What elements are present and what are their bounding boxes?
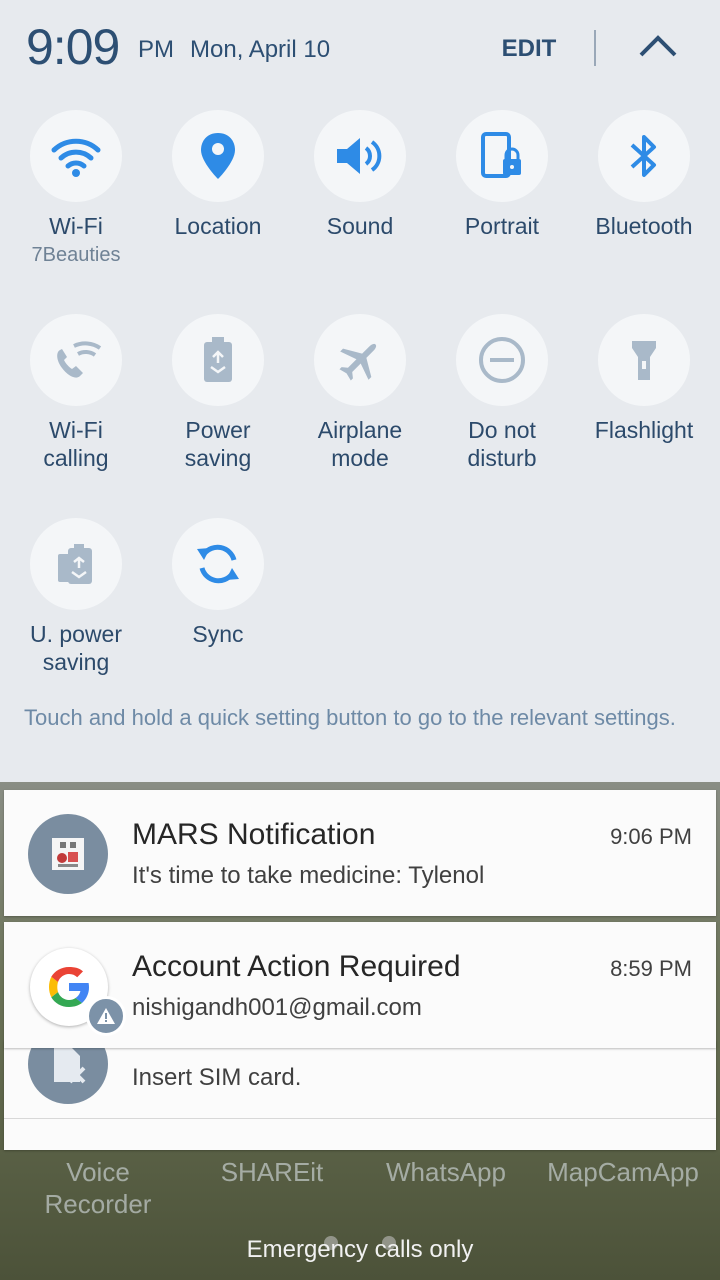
tile-do-not-disturb-button[interactable] <box>456 314 548 406</box>
home-app-row: Voice Recorder SHAREit WhatsApp MapCamAp… <box>0 1156 720 1226</box>
flashlight-icon <box>632 341 656 380</box>
collapse-button[interactable] <box>630 24 686 68</box>
tile-ultra-power-saving[interactable]: U. power saving <box>5 518 147 676</box>
tile-label: Portrait <box>464 213 540 239</box>
tile-flashlight[interactable]: Flashlight <box>573 314 715 444</box>
power-saving-icon <box>204 337 232 382</box>
notification-account-action[interactable]: Account Action Required nishigandh001@gm… <box>4 922 716 1048</box>
app-voice-recorder[interactable]: Voice Recorder <box>26 1156 170 1220</box>
notification-title: Account Action Required <box>132 950 461 983</box>
tile-wifi-calling-button[interactable] <box>30 314 122 406</box>
tile-sync-button[interactable] <box>172 518 264 610</box>
tile-sound[interactable]: Sound <box>289 110 431 240</box>
notification-body: nishigandh001@gmail.com <box>132 994 422 1021</box>
no-sim-icon <box>54 1046 86 1084</box>
tile-do-not-disturb[interactable]: Do not disturb <box>431 314 573 472</box>
wifi-icon <box>51 138 101 177</box>
ultra-power-saving-icon <box>58 544 92 584</box>
google-icon <box>49 967 89 1007</box>
notification-body: Insert SIM card. <box>132 1064 302 1091</box>
notification-mars[interactable]: MARS Notification It's time to take medi… <box>4 790 716 916</box>
emergency-calls-text: Emergency calls only <box>246 1236 474 1263</box>
tile-label: Wi-Fi <box>49 213 103 239</box>
tile-label: Airplane mode <box>317 417 403 471</box>
chevron-up-icon <box>639 35 677 57</box>
sync-icon <box>197 544 239 584</box>
tile-wifi[interactable]: Wi-Fi 7Beauties <box>5 110 147 267</box>
tile-location[interactable]: Location <box>147 110 289 240</box>
edit-button[interactable]: EDIT <box>490 30 568 68</box>
tile-airplane-mode[interactable]: Airplane mode <box>289 314 431 472</box>
tile-flashlight-button[interactable] <box>598 314 690 406</box>
tile-portrait[interactable]: Portrait <box>431 110 573 240</box>
app-whatsapp[interactable]: WhatsApp <box>374 1156 518 1188</box>
tile-label: Flashlight <box>594 417 694 443</box>
tile-label: U. power saving <box>29 621 123 675</box>
quick-settings-panel: 9:09 PM Mon, April 10 EDIT Wi-Fi 7Beauti… <box>0 0 720 782</box>
tile-label: Bluetooth <box>595 213 693 239</box>
tile-power-saving[interactable]: Power saving <box>147 314 289 472</box>
tile-bluetooth-button[interactable] <box>598 110 690 202</box>
tile-wifi-calling[interactable]: Wi-Fi calling <box>5 314 147 472</box>
app-mapcamapp[interactable]: MapCamApp <box>538 1156 708 1188</box>
airplane-icon <box>339 343 377 381</box>
tile-ultra-power-saving-button[interactable] <box>30 518 122 610</box>
clock-time: 9:09 <box>26 19 120 75</box>
wifi-calling-icon <box>57 341 102 378</box>
tile-airplane-mode-button[interactable] <box>314 314 406 406</box>
tile-sound-button[interactable] <box>314 110 406 202</box>
divider <box>4 1118 716 1119</box>
warning-icon <box>97 1008 115 1024</box>
tile-portrait-button[interactable] <box>456 110 548 202</box>
bluetooth-icon <box>630 135 656 177</box>
tile-label: Power saving <box>184 417 252 471</box>
tile-power-saving-button[interactable] <box>172 314 264 406</box>
tile-label: Location <box>174 213 262 239</box>
quick-settings-hint: Touch and hold a quick setting button to… <box>24 705 676 730</box>
clock-ampm: PM <box>138 36 174 63</box>
notification-sim[interactable]: Insert SIM card. <box>4 1024 716 1150</box>
sound-icon <box>337 138 382 174</box>
location-icon <box>201 133 235 179</box>
mars-app-icon <box>28 814 108 894</box>
notification-body: It's time to take medicine: Tylenol <box>132 862 485 889</box>
warning-badge <box>86 996 126 1036</box>
tile-bluetooth[interactable]: Bluetooth <box>573 110 715 240</box>
notification-time: 9:06 PM <box>610 824 692 849</box>
app-shareit[interactable]: SHAREit <box>200 1156 344 1188</box>
tile-sync[interactable]: Sync <box>147 518 289 648</box>
tile-label: Do not disturb <box>467 417 537 471</box>
tile-sublabel: 7Beauties <box>31 244 121 266</box>
notification-title: MARS Notification <box>132 818 376 851</box>
portrait-lock-icon <box>481 132 521 178</box>
tile-location-button[interactable] <box>172 110 264 202</box>
tile-wifi-button[interactable] <box>30 110 122 202</box>
tile-label: Sound <box>326 213 394 239</box>
notification-time: 8:59 PM <box>610 956 692 981</box>
tile-label: Sync <box>192 621 244 647</box>
medicine-app-icon <box>52 838 84 870</box>
do-not-disturb-icon <box>479 337 525 383</box>
date-text[interactable]: Mon, April 10 <box>190 36 330 64</box>
header-divider <box>594 30 596 66</box>
tile-label: Wi-Fi calling <box>43 417 109 471</box>
